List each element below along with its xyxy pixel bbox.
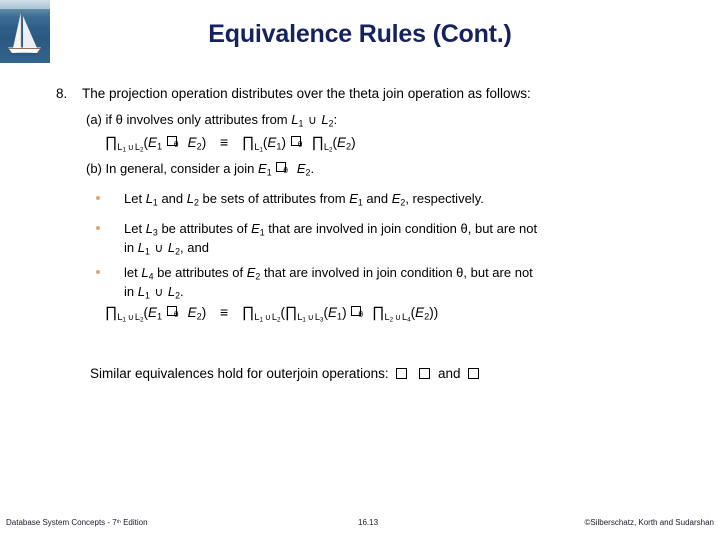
footer-copyright: ©Silberschatz, Korth and Sudarshan <box>584 518 714 527</box>
page-title: Equivalence Rules (Cont.) <box>208 20 512 48</box>
sub-item-a: (a) if θ involves only attributes from L… <box>86 112 337 128</box>
expr-E2: E <box>187 135 197 150</box>
list-item-text: Let L1 and L2 be sets of attributes from… <box>124 191 484 208</box>
pi-subscript-L1: L1 <box>254 141 263 154</box>
footer-page-number: 16.13 <box>358 518 379 527</box>
theta-join-icon-4: θ <box>166 306 184 318</box>
close-paren-3: ) <box>351 135 356 150</box>
pi-symbol-5: ∏ <box>241 304 255 321</box>
equivalent-symbol: ≡ <box>220 134 229 150</box>
theta-join-icon: θ <box>166 136 184 148</box>
pi-subscript-L2L4: L2 ∪L4 <box>384 311 411 324</box>
union-symbol: ∪ <box>308 113 317 127</box>
list-item-text: let L4 be attributes of E2 that are invo… <box>124 265 533 301</box>
theta-join-icon-3: θ <box>275 162 293 174</box>
list-item: Let L1 and L2 be sets of attributes from… <box>96 190 696 209</box>
theta-symbol: θ <box>115 112 123 127</box>
set-L1-subscript: 1 <box>298 118 304 129</box>
close-paren: ) <box>201 135 207 150</box>
sub-a-pre: if <box>105 112 113 127</box>
pi-subscript-L1L2-c: L1 ∪L2 <box>254 311 281 324</box>
equivalent-symbol-2: ≡ <box>220 304 229 320</box>
bullet-dot-icon <box>96 226 100 230</box>
bullet-dot-icon <box>96 270 100 274</box>
sub-a-label: (a) <box>86 112 102 127</box>
close-paren-7: )) <box>429 305 439 320</box>
close-paren-6: ) <box>342 305 347 320</box>
slide-footer: Database System Concepts - 7th Edition 1… <box>0 518 720 534</box>
sub-b-text: In general, consider a join <box>105 161 255 176</box>
footer-left-post: Edition <box>120 518 148 527</box>
sub-b-label: (b) <box>86 161 102 176</box>
sub-a-post: involves only attributes from <box>126 112 288 127</box>
pi-symbol: ∏ <box>105 134 118 151</box>
expr-E2-c: E <box>187 305 197 320</box>
expr-E1-d: E <box>327 305 337 320</box>
sub-b-E1: E <box>258 161 267 176</box>
expr-E2-d: E <box>415 305 425 320</box>
sub-item-b: (b) In general, consider a join E1 θ E2. <box>86 161 314 177</box>
list-item: let L4 be attributes of E2 that are invo… <box>96 264 696 303</box>
footer-left-pre: Database System Concepts - 7 <box>6 518 117 527</box>
expr-E1: E <box>147 135 157 150</box>
item-number: 8. <box>56 86 68 101</box>
pi-subscript-L1L2-b: L1 ∪L2 <box>117 311 144 324</box>
pi-symbol-3: ∏ <box>311 134 324 151</box>
footer-left: Database System Concepts - 7th Edition <box>6 518 148 527</box>
close-paren-4: ) <box>201 305 207 320</box>
set-L2: L <box>321 112 329 127</box>
bullet-dot-icon <box>96 196 100 200</box>
expr-E1-subscript: 1 <box>157 141 163 152</box>
theta-join-icon-2: θ <box>290 136 308 148</box>
pi-symbol-4: ∏ <box>105 304 118 321</box>
list-item-text: Let L3 be attributes of E1 that are invo… <box>124 221 538 257</box>
sub-b-E1-subscript: 1 <box>266 167 272 178</box>
pi-symbol-6: ∏ <box>284 304 298 321</box>
missing-glyph-box-icon <box>419 368 431 379</box>
close-paren-2: ) <box>281 135 287 150</box>
sailboat-graphic <box>8 11 41 56</box>
item-text: The projection operation distributes ove… <box>82 86 531 101</box>
sailboat-photo <box>0 0 50 63</box>
list-item: Let L3 be attributes of E1 that are invo… <box>96 220 696 259</box>
numbered-item-8: 8. The projection operation distributes o… <box>56 86 531 101</box>
sub-b-period: . <box>310 161 315 176</box>
expr-E2-b: E <box>337 135 347 150</box>
missing-glyph-box-icon <box>396 368 408 379</box>
expr-E1-c-subscript: 1 <box>157 311 163 322</box>
similar-equivalences-text: Similar equivalences hold for outerjoin … <box>90 366 389 381</box>
similar-equivalences-line: Similar equivalences hold for outerjoin … <box>90 366 483 381</box>
similar-and-text: and <box>437 366 461 381</box>
theta-join-icon-5: θ <box>350 306 368 318</box>
pi-subscript-L1L2: L1 ∪L2 <box>117 141 144 154</box>
pi-symbol-7: ∏ <box>372 304 385 321</box>
missing-glyph-box-icon <box>468 368 480 379</box>
sub-a-colon: : <box>333 112 338 127</box>
formula-a: ∏L1 ∪L2(E1 θ E2) ≡ ∏L1(E1) θ ∏L2(E2) <box>105 134 356 153</box>
pi-symbol-2: ∏ <box>241 134 255 151</box>
expr-E1-c: E <box>147 305 157 320</box>
pi-subscript-L2: L2 <box>323 141 333 154</box>
formula-big: ∏L1 ∪L2(E1 θ E2) ≡ ∏L1 ∪L2(∏L1 ∪L3(E1) θ… <box>105 304 438 323</box>
sub-b-E2: E <box>296 161 306 176</box>
pi-subscript-L1L3: L1 ∪L3 <box>297 311 324 324</box>
